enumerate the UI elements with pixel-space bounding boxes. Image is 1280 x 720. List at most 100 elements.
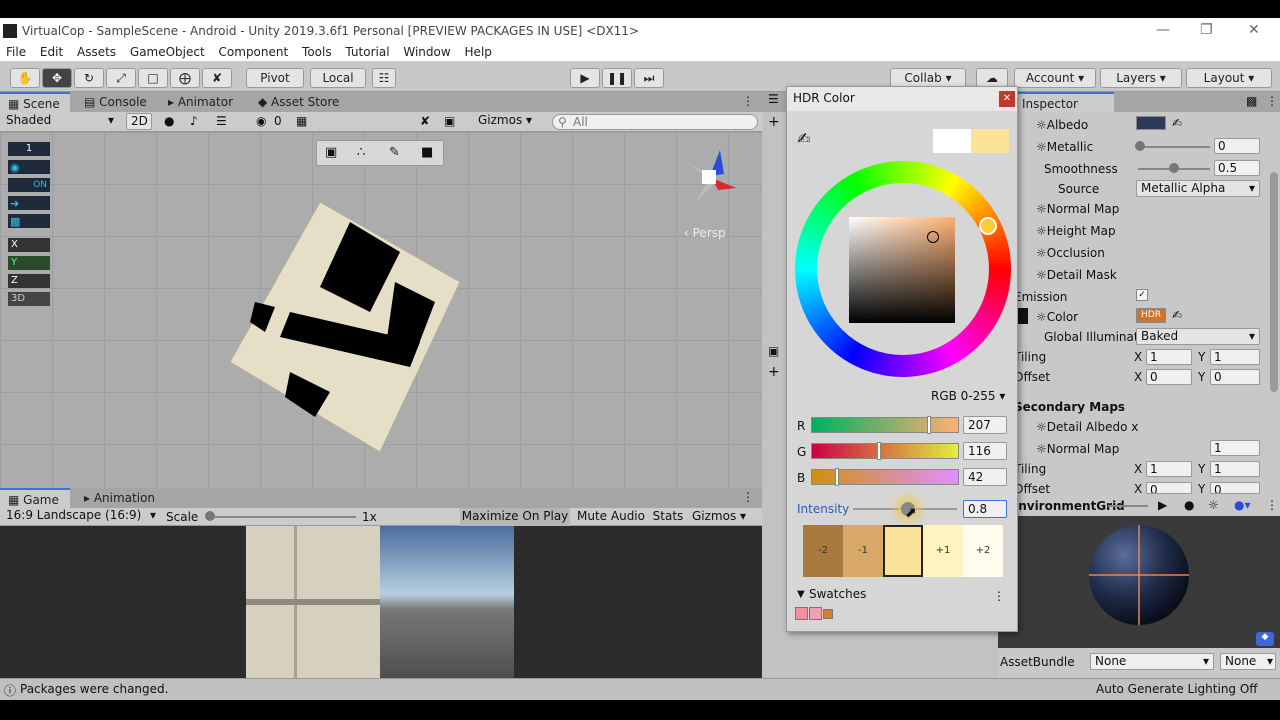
sv-cursor[interactable] bbox=[927, 231, 939, 243]
minimize-icon[interactable]: — bbox=[1156, 22, 1170, 38]
audio-icon[interactable]: ♪ bbox=[190, 114, 198, 128]
lighting-icon[interactable]: ● bbox=[164, 114, 174, 128]
g-slider-handle[interactable] bbox=[877, 442, 881, 460]
game-menu-icon[interactable]: ⋮ bbox=[742, 490, 754, 504]
snap-button[interactable]: ☷ bbox=[372, 68, 396, 88]
menu-edit[interactable]: Edit bbox=[40, 45, 63, 59]
offset2-x-field[interactable]: 0 bbox=[1146, 482, 1192, 494]
fill-icon[interactable]: ■ bbox=[421, 145, 433, 160]
tiling2-y-field[interactable]: 1 bbox=[1210, 461, 1260, 477]
tab-inspector[interactable]: Inspector bbox=[1014, 92, 1114, 112]
normal-map2-field[interactable]: 1 bbox=[1210, 440, 1260, 456]
hue-cursor[interactable] bbox=[979, 217, 997, 235]
menu-gameobject[interactable]: GameObject bbox=[130, 45, 205, 59]
intensity-field[interactable]: 0.8 bbox=[963, 500, 1007, 518]
maximize-on-play-button[interactable]: Maximize On Play bbox=[460, 508, 570, 526]
rect-tool-button[interactable]: □ bbox=[138, 68, 168, 88]
game-gizmos-dropdown[interactable]: Gizmos ▾ bbox=[690, 508, 760, 526]
assetbundle-variant-dropdown[interactable]: None ▾ bbox=[1220, 653, 1276, 670]
aspect-dropdown[interactable]: 16:9 Landscape (16:9) ▾ bbox=[2, 508, 158, 525]
menu-file[interactable]: File bbox=[6, 45, 26, 59]
grid-icon[interactable]: ▦ bbox=[296, 114, 307, 128]
stop-plus-1[interactable]: +1 bbox=[923, 525, 963, 577]
picker-close-button[interactable]: ✕ bbox=[999, 91, 1015, 107]
b-slider[interactable] bbox=[811, 469, 959, 485]
tools-icon[interactable]: ✘ bbox=[420, 114, 430, 128]
persp-label[interactable]: ‹ Persp bbox=[684, 226, 726, 240]
tab-scene[interactable]: ▦ Scene bbox=[0, 92, 70, 112]
r-slider-handle[interactable] bbox=[927, 416, 931, 434]
metallic-slider-handle[interactable] bbox=[1135, 141, 1145, 151]
tiling-y-field[interactable]: 1 bbox=[1210, 349, 1260, 365]
tab-game[interactable]: ▦ Game bbox=[0, 488, 70, 508]
eye-toggle[interactable]: ◉ bbox=[8, 160, 50, 174]
z-axis-button[interactable]: Z bbox=[8, 274, 50, 288]
source-dropdown[interactable]: Metallic Alpha ▾ bbox=[1136, 180, 1260, 197]
metallic-slider[interactable] bbox=[1138, 146, 1210, 148]
preview-play-icon[interactable]: ▶ bbox=[1158, 498, 1167, 512]
brush-icon[interactable]: ✎ bbox=[389, 145, 400, 160]
offset2-y-field[interactable]: 0 bbox=[1210, 482, 1260, 494]
close-icon[interactable]: ✕ bbox=[1248, 22, 1260, 38]
offset-x-field[interactable]: 0 bbox=[1146, 369, 1192, 385]
x-axis-button[interactable]: X bbox=[8, 238, 50, 252]
saturation-value-square[interactable] bbox=[849, 217, 955, 323]
game-viewport[interactable] bbox=[0, 526, 762, 678]
preview-sphere[interactable] bbox=[1086, 522, 1192, 628]
stop-plus-2[interactable]: +2 bbox=[963, 525, 1003, 577]
swatch-2[interactable] bbox=[809, 607, 822, 620]
inspector-lock-icon[interactable]: ▩ bbox=[1246, 94, 1257, 108]
global-illum-dropdown[interactable]: Baked ▾ bbox=[1136, 328, 1260, 345]
project-tab-icon[interactable]: ▣ bbox=[768, 344, 779, 358]
stop-current[interactable] bbox=[883, 525, 923, 577]
tab-console[interactable]: ▤ Console bbox=[76, 92, 155, 112]
stats-button[interactable]: Stats bbox=[650, 508, 686, 526]
lock-toggle[interactable]: ▩ bbox=[8, 214, 50, 228]
3d-button[interactable]: 3D bbox=[8, 292, 50, 306]
tab-animator[interactable]: ▸ Animator bbox=[160, 92, 241, 112]
effects-icon[interactable]: ☰ bbox=[216, 114, 227, 128]
on-toggle[interactable]: ON bbox=[8, 178, 50, 192]
tab-asset-store[interactable]: ◆ Asset Store bbox=[250, 92, 347, 112]
hand-tool-button[interactable]: ✋ bbox=[10, 68, 40, 88]
layout-dropdown[interactable]: Layout ▾ bbox=[1186, 68, 1272, 88]
asset-label-icon[interactable]: ◆ bbox=[1256, 632, 1274, 646]
y-axis-button[interactable]: Y bbox=[8, 256, 50, 270]
pause-button[interactable]: ❚❚ bbox=[602, 68, 632, 88]
scale-tool-button[interactable]: ⤢ bbox=[106, 68, 136, 88]
swatches-foldout-icon[interactable]: ▼ bbox=[797, 589, 805, 600]
stop-minus-1[interactable]: -1 bbox=[843, 525, 883, 577]
preview-sphere-icon[interactable]: ● bbox=[1184, 498, 1194, 512]
inspector-menu-icon[interactable]: ⋮ bbox=[1266, 94, 1278, 108]
eyedropper-icon[interactable]: ✍ bbox=[797, 129, 810, 148]
albedo-eyedropper-icon[interactable]: ✍ bbox=[1172, 116, 1182, 130]
menu-help[interactable]: Help bbox=[465, 45, 492, 59]
preview-light-icon[interactable]: ☼ bbox=[1208, 498, 1219, 512]
b-slider-handle[interactable] bbox=[835, 468, 839, 486]
restore-icon[interactable]: ❐ bbox=[1200, 22, 1213, 38]
previous-color-preview[interactable] bbox=[933, 129, 971, 153]
nodes-icon[interactable]: ∴ bbox=[357, 145, 365, 160]
swatch-3[interactable] bbox=[823, 609, 833, 619]
layers-dropdown[interactable]: Layers ▾ bbox=[1100, 68, 1182, 88]
scale-slider-handle[interactable] bbox=[205, 511, 215, 521]
smoothness-slider-handle[interactable] bbox=[1169, 163, 1179, 173]
menu-tutorial[interactable]: Tutorial bbox=[345, 45, 389, 59]
status-message[interactable]: Packages were changed. bbox=[20, 682, 168, 696]
assetbundle-dropdown[interactable]: None ▾ bbox=[1090, 653, 1214, 670]
emission-eyedropper-icon[interactable]: ✍ bbox=[1172, 308, 1182, 322]
mode-2d-button[interactable]: 2D bbox=[126, 113, 152, 130]
hierarchy-tab[interactable]: ☰ bbox=[762, 92, 786, 112]
mute-audio-button[interactable]: Mute Audio bbox=[574, 508, 648, 526]
offset-y-field[interactable]: 0 bbox=[1210, 369, 1260, 385]
rotate-tool-button[interactable]: ↻ bbox=[74, 68, 104, 88]
emission-color-swatch[interactable]: HDR bbox=[1136, 308, 1166, 323]
g-field[interactable]: 116 bbox=[963, 442, 1007, 460]
visibility-icon[interactable]: ◉ bbox=[256, 114, 266, 128]
cloud-button[interactable]: ☁ bbox=[976, 68, 1008, 88]
shading-dropdown[interactable]: Shaded ▾ bbox=[2, 113, 118, 130]
preview-slider[interactable] bbox=[1108, 505, 1148, 507]
stop-minus-2[interactable]: -2 bbox=[803, 525, 843, 577]
menu-assets[interactable]: Assets bbox=[77, 45, 116, 59]
account-dropdown[interactable]: Account ▾ bbox=[1014, 68, 1096, 88]
